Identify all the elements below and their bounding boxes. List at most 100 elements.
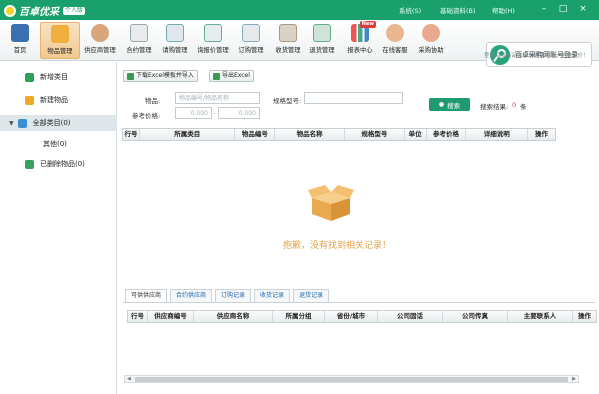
column-header[interactable]: 操作	[573, 311, 596, 322]
supplier-table-header: 行号 供应商编号 供应商名称 所属分组 省份/城市 公司固话 公司传真 主要联系…	[127, 310, 597, 323]
sidebar-category-other[interactable]: 其他(0)	[0, 136, 117, 152]
menu-basic-data[interactable]: 基础资料(B)	[440, 5, 476, 15]
toolbar-item-management[interactable]: 物品管理	[40, 22, 80, 59]
toolbar-label: 物品管理	[47, 48, 73, 55]
title-bar: 百卓优采 个人版 系统(S) 基础资料(B) 帮助(H) – □ ×	[0, 0, 599, 20]
column-header[interactable]: 公司传真	[443, 311, 508, 322]
person-icon	[91, 24, 109, 42]
column-header[interactable]: 主要联系人	[508, 311, 573, 322]
column-header[interactable]: 物品编号	[235, 129, 276, 140]
tab-available-suppliers[interactable]: 可供供应商	[125, 289, 168, 303]
sidebar-deleted-items[interactable]: 已删除物品(0)	[0, 156, 117, 172]
menu-help[interactable]: 帮助(H)	[492, 5, 515, 15]
toolbar-supplier-management[interactable]: 供应商管理	[80, 22, 120, 59]
toolbar-return-management[interactable]: 退货管理	[302, 22, 342, 59]
column-header[interactable]: 供应商编号	[148, 311, 194, 322]
sidebar-new-item[interactable]: 新建物品	[0, 92, 117, 108]
export-excel-button[interactable]: 导出Excel	[209, 70, 254, 82]
item-filter-label: 物品:	[145, 97, 161, 105]
search-button[interactable]: ● 搜索	[429, 98, 470, 111]
price-filter-label: 参考价格:	[132, 112, 161, 120]
search-icon: ●	[438, 101, 445, 108]
export-label: 导出Excel	[222, 72, 250, 79]
column-header[interactable]: 单位	[405, 129, 427, 140]
excel-icon	[213, 72, 220, 80]
empty-box-icon	[308, 185, 354, 221]
new-item-icon	[25, 95, 34, 105]
spec-filter-label: 规格型号:	[273, 97, 302, 105]
sidebar-add-category[interactable]: 新增类目	[0, 69, 117, 85]
app-name: 百卓优采	[19, 7, 59, 18]
sidebar-all-categories[interactable]: ▼ 全部类目(0)	[0, 115, 117, 131]
home-icon	[11, 24, 29, 42]
sidebar-item-label: 已删除物品(0)	[40, 160, 85, 168]
item-search-input[interactable]: 物品编号/物品名称	[175, 92, 260, 104]
app-logo: 百卓优采 个人版	[4, 3, 86, 18]
empty-state-message: 抱歉，没有找到相关记录！	[283, 241, 392, 251]
logo-icon	[4, 4, 16, 17]
toolbar-label: 报表中心	[347, 47, 373, 54]
toolbar-quotation-management[interactable]: 询报价管理	[193, 22, 233, 59]
sidebar-item-label: 其他(0)	[43, 140, 67, 148]
tab-order-records[interactable]: 订购记录	[215, 289, 252, 302]
scroll-left-icon[interactable]: ◀	[127, 376, 131, 382]
trash-list-icon	[25, 159, 34, 169]
price-range-separator: -	[213, 109, 216, 117]
plus-icon	[25, 72, 34, 82]
toolbar-home[interactable]: 首页	[0, 22, 40, 59]
toolbar-contract-management[interactable]: 合约管理	[119, 22, 159, 59]
sidebar-item-label: 全部类目(0)	[32, 119, 71, 127]
column-header[interactable]: 详细说明	[466, 129, 529, 140]
column-header[interactable]: 省份/城市	[325, 311, 378, 322]
toolbar-online-service[interactable]: 在线客服	[375, 22, 415, 59]
tab-receiving-records[interactable]: 收货记录	[254, 289, 291, 302]
import-excel-button[interactable]: 下载Excel模板并导入	[123, 70, 198, 82]
scrollbar-thumb[interactable]	[135, 377, 568, 382]
search-result-unit: 条	[520, 103, 527, 111]
spec-input[interactable]	[304, 92, 403, 104]
toolbar-label: 订购管理	[238, 47, 264, 54]
column-header[interactable]: 参考价格	[427, 129, 467, 140]
column-header[interactable]: 所属分组	[273, 311, 325, 322]
tab-divider	[123, 302, 595, 303]
collapse-arrow-icon[interactable]: ▼	[9, 120, 14, 127]
column-header[interactable]: 规格型号	[345, 129, 405, 140]
scroll-right-icon[interactable]: ▶	[572, 376, 576, 382]
service-agent-icon	[386, 24, 404, 42]
toolbar-order-management[interactable]: 订购管理	[231, 22, 271, 59]
tab-contract-suppliers[interactable]: 合约供应商	[170, 289, 213, 302]
maximize-icon[interactable]: □	[557, 3, 569, 15]
toolbar-requisition-management[interactable]: 请购管理	[155, 22, 195, 59]
return-icon	[313, 24, 331, 42]
sidebar-item-label: 新建物品	[40, 96, 68, 104]
price-min-input[interactable]: 0.000	[175, 107, 212, 119]
quotation-icon	[204, 24, 222, 42]
assistant-icon	[422, 24, 440, 42]
edition-badge: 个人版	[63, 6, 86, 15]
close-icon[interactable]: ×	[577, 3, 589, 15]
toolbar-label: 采购协助	[418, 47, 444, 54]
minimize-icon[interactable]: –	[538, 3, 550, 15]
horizontal-scrollbar[interactable]: ◀ ▶	[124, 375, 579, 383]
requisition-icon	[166, 24, 184, 42]
column-header[interactable]: 物品名称	[275, 129, 345, 140]
column-header[interactable]: 行号	[123, 129, 140, 140]
excel-icon	[127, 72, 134, 80]
contract-icon	[130, 24, 148, 42]
receiving-icon	[279, 24, 297, 42]
items-table-header: 行号 所属类目 物品编号 物品名称 规格型号 单位 参考价格 详细说明 操作	[122, 128, 556, 141]
column-header[interactable]: 操作	[528, 129, 555, 140]
toolbar-label: 合约管理	[126, 47, 152, 54]
column-header[interactable]: 公司固话	[378, 311, 443, 322]
menu-system[interactable]: 系统(S)	[399, 5, 421, 15]
column-header[interactable]: 供应商名称	[194, 311, 273, 322]
price-max-input[interactable]: 0.000	[218, 107, 260, 119]
search-label: 搜索	[447, 101, 461, 110]
column-header[interactable]: 行号	[128, 311, 148, 322]
order-icon	[242, 24, 260, 42]
tab-return-records[interactable]: 退货记录	[293, 289, 330, 302]
toolbar-procurement-assist[interactable]: 采购协助	[411, 22, 451, 59]
column-header[interactable]: 所属类目	[140, 129, 236, 140]
toolbar-report-center[interactable]: New 报表中心	[340, 21, 380, 59]
search-result-count: 0	[512, 101, 517, 109]
